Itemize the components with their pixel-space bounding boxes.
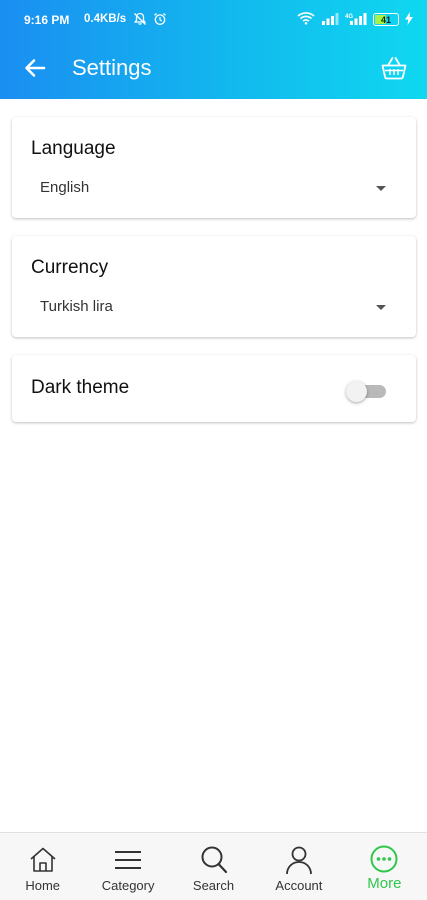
- battery-level: 41: [380, 14, 391, 25]
- nav-item-account[interactable]: Account: [256, 833, 341, 900]
- nav-item-home[interactable]: Home: [0, 833, 85, 900]
- currency-select[interactable]: Turkish lira: [40, 292, 386, 322]
- nav-label-category: Category: [101, 878, 155, 893]
- nav-label-search: Search: [192, 878, 235, 893]
- status-network-speed: 0.4KB/s: [84, 13, 127, 25]
- dropdown-arrow-icon: [376, 186, 386, 191]
- person-icon: [286, 846, 312, 875]
- signal-icon: [321, 12, 339, 28]
- search-icon: [201, 846, 227, 874]
- currency-label: Currency: [31, 257, 109, 278]
- app-header: 9:16 PM 0.4KB/s 4G 41 Settings: [0, 0, 427, 99]
- nav-item-more[interactable]: More: [342, 833, 427, 900]
- nav-item-category[interactable]: Category: [85, 833, 170, 900]
- status-time: 9:16 PM: [24, 13, 70, 27]
- language-label: Language: [31, 138, 116, 159]
- bottom-navigation: Home Category Search Account More: [0, 832, 427, 900]
- dark-theme-label: Dark theme: [31, 377, 130, 398]
- basket-icon: [381, 57, 407, 80]
- menu-icon: [115, 851, 142, 869]
- alarm-icon: [153, 12, 167, 29]
- back-button[interactable]: [20, 53, 50, 83]
- dark-theme-card: Dark theme: [12, 355, 416, 422]
- nav-label-home: Home: [25, 878, 61, 893]
- status-bar: 9:16 PM 0.4KB/s 4G 41: [0, 0, 427, 40]
- language-card: Language English: [12, 117, 416, 218]
- basket-button[interactable]: [379, 53, 409, 83]
- wifi-icon: [297, 11, 315, 28]
- nav-label-account: Account: [275, 878, 323, 893]
- nav-item-search[interactable]: Search: [171, 833, 256, 900]
- language-select[interactable]: English: [40, 173, 386, 203]
- language-value: English: [40, 179, 90, 196]
- dropdown-arrow-icon: [376, 305, 386, 310]
- currency-value: Turkish lira: [40, 298, 113, 315]
- more-icon: [370, 845, 398, 873]
- toggle-thumb: [346, 381, 367, 402]
- toolbar: Settings: [0, 40, 427, 99]
- currency-card: Currency Turkish lira: [12, 236, 416, 337]
- battery-icon: 41: [373, 13, 399, 26]
- home-icon: [30, 847, 56, 872]
- dark-theme-toggle[interactable]: [346, 381, 386, 402]
- mute-icon: [133, 12, 147, 29]
- nav-label-more: More: [367, 875, 402, 892]
- svg-text:4G: 4G: [345, 14, 353, 20]
- back-arrow-icon: [25, 59, 46, 77]
- charging-icon: [405, 11, 413, 28]
- page-title: Settings: [72, 55, 152, 80]
- signal-icon: 4G: [345, 12, 367, 28]
